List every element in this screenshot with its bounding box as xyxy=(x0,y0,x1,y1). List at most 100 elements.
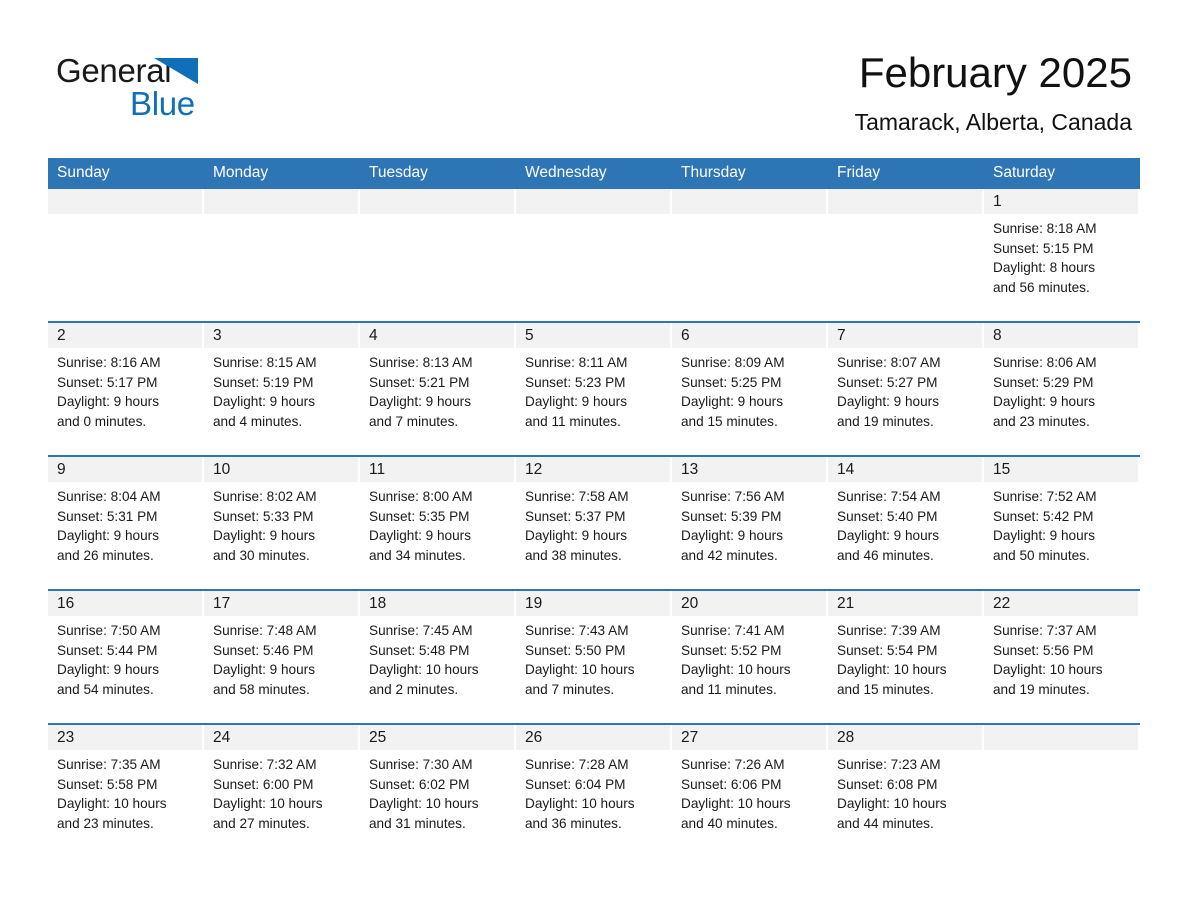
day-cell[interactable]: 17 Sunrise: 7:48 AM Sunset: 5:46 PM Dayl… xyxy=(204,591,360,723)
daylight-text-line2: and 27 minutes. xyxy=(213,815,310,831)
day-cell[interactable]: 11 Sunrise: 8:00 AM Sunset: 5:35 PM Dayl… xyxy=(360,457,516,589)
day-cell[interactable] xyxy=(516,189,672,321)
day-number-band: 17 xyxy=(204,591,358,616)
daylight-text-line2: and 30 minutes. xyxy=(213,547,310,563)
day-number: 10 xyxy=(213,461,231,478)
day-cell[interactable]: 13 Sunrise: 7:56 AM Sunset: 5:39 PM Dayl… xyxy=(672,457,828,589)
day-cell[interactable]: 23 Sunrise: 7:35 AM Sunset: 5:58 PM Dayl… xyxy=(48,725,204,857)
day-cell[interactable] xyxy=(672,189,828,321)
daylight-text-line2: and 11 minutes. xyxy=(525,413,621,429)
day-cell[interactable]: 8 Sunrise: 8:06 AM Sunset: 5:29 PM Dayli… xyxy=(984,323,1140,455)
day-cell[interactable]: 6 Sunrise: 8:09 AM Sunset: 5:25 PM Dayli… xyxy=(672,323,828,455)
day-number-band: 2 xyxy=(48,323,202,348)
day-info: Sunrise: 7:56 AM Sunset: 5:39 PM Dayligh… xyxy=(672,482,828,565)
daylight-text-line1: Daylight: 9 hours xyxy=(57,662,160,677)
day-cell[interactable]: 4 Sunrise: 8:13 AM Sunset: 5:21 PM Dayli… xyxy=(360,323,516,455)
day-info: Sunrise: 7:41 AM Sunset: 5:52 PM Dayligh… xyxy=(672,616,828,699)
day-info xyxy=(516,214,672,219)
day-number: 20 xyxy=(681,595,699,612)
day-cell[interactable]: 1 Sunrise: 8:18 AM Sunset: 5:15 PM Dayli… xyxy=(984,189,1140,321)
day-info: Sunrise: 7:30 AM Sunset: 6:02 PM Dayligh… xyxy=(360,750,516,833)
calendar-grid: Sunday Monday Tuesday Wednesday Thursday… xyxy=(48,158,1140,857)
daylight-text-line1: Daylight: 10 hours xyxy=(57,796,167,811)
sunrise-text: Sunrise: 8:07 AM xyxy=(837,355,941,370)
day-cell[interactable]: 14 Sunrise: 7:54 AM Sunset: 5:40 PM Dayl… xyxy=(828,457,984,589)
day-cell[interactable] xyxy=(360,189,516,321)
day-cell[interactable]: 19 Sunrise: 7:43 AM Sunset: 5:50 PM Dayl… xyxy=(516,591,672,723)
sunrise-text: Sunrise: 8:09 AM xyxy=(681,355,785,370)
sunrise-text: Sunrise: 8:06 AM xyxy=(993,355,1097,370)
day-number-band: 16 xyxy=(48,591,202,616)
sunset-text: Sunset: 6:00 PM xyxy=(213,776,314,792)
day-number-band: 15 xyxy=(984,457,1138,482)
daylight-text-line1: Daylight: 9 hours xyxy=(213,394,316,409)
sunset-text: Sunset: 5:31 PM xyxy=(57,508,158,524)
location-subtitle: Tamarack, Alberta, Canada xyxy=(854,109,1132,135)
daylight-text-line1: Daylight: 10 hours xyxy=(525,796,635,811)
sunset-text: Sunset: 5:40 PM xyxy=(837,508,938,524)
daylight-text-line1: Daylight: 10 hours xyxy=(837,662,947,677)
day-number: 8 xyxy=(993,327,1002,344)
day-number: 25 xyxy=(369,729,387,746)
day-number-band: 20 xyxy=(672,591,826,616)
daylight-text-line1: Daylight: 9 hours xyxy=(57,394,160,409)
week-row: 1 Sunrise: 8:18 AM Sunset: 5:15 PM Dayli… xyxy=(48,187,1140,321)
sunset-text: Sunset: 5:17 PM xyxy=(57,374,158,390)
day-number-band: 21 xyxy=(828,591,982,616)
day-info: Sunrise: 7:32 AM Sunset: 6:00 PM Dayligh… xyxy=(204,750,360,833)
day-cell[interactable] xyxy=(984,725,1140,857)
day-info: Sunrise: 8:06 AM Sunset: 5:29 PM Dayligh… xyxy=(984,348,1140,431)
sunrise-text: Sunrise: 7:35 AM xyxy=(57,757,161,772)
daylight-text-line2: and 23 minutes. xyxy=(993,413,1090,429)
weekday-header-row: Sunday Monday Tuesday Wednesday Thursday… xyxy=(48,158,1140,187)
sunrise-text: Sunrise: 8:15 AM xyxy=(213,355,317,370)
day-cell[interactable]: 28 Sunrise: 7:23 AM Sunset: 6:08 PM Dayl… xyxy=(828,725,984,857)
sunset-text: Sunset: 5:33 PM xyxy=(213,508,314,524)
day-info: Sunrise: 7:52 AM Sunset: 5:42 PM Dayligh… xyxy=(984,482,1140,565)
calendar-page: General Blue February 2025 Tamarack, Alb… xyxy=(0,0,1188,918)
day-cell[interactable]: 25 Sunrise: 7:30 AM Sunset: 6:02 PM Dayl… xyxy=(360,725,516,857)
day-cell[interactable]: 16 Sunrise: 7:50 AM Sunset: 5:44 PM Dayl… xyxy=(48,591,204,723)
weekday-header-thursday: Thursday xyxy=(681,164,746,181)
day-cell[interactable]: 20 Sunrise: 7:41 AM Sunset: 5:52 PM Dayl… xyxy=(672,591,828,723)
day-cell[interactable]: 18 Sunrise: 7:45 AM Sunset: 5:48 PM Dayl… xyxy=(360,591,516,723)
daylight-text-line1: Daylight: 10 hours xyxy=(837,796,947,811)
day-cell[interactable]: 10 Sunrise: 8:02 AM Sunset: 5:33 PM Dayl… xyxy=(204,457,360,589)
day-cell[interactable]: 27 Sunrise: 7:26 AM Sunset: 6:06 PM Dayl… xyxy=(672,725,828,857)
day-info: Sunrise: 7:43 AM Sunset: 5:50 PM Dayligh… xyxy=(516,616,672,699)
day-cell[interactable]: 24 Sunrise: 7:32 AM Sunset: 6:00 PM Dayl… xyxy=(204,725,360,857)
day-cell[interactable]: 21 Sunrise: 7:39 AM Sunset: 5:54 PM Dayl… xyxy=(828,591,984,723)
daylight-text-line1: Daylight: 10 hours xyxy=(369,796,479,811)
day-cell[interactable]: 5 Sunrise: 8:11 AM Sunset: 5:23 PM Dayli… xyxy=(516,323,672,455)
day-cell[interactable]: 15 Sunrise: 7:52 AM Sunset: 5:42 PM Dayl… xyxy=(984,457,1140,589)
daylight-text-line1: Daylight: 9 hours xyxy=(681,528,784,543)
day-cell[interactable]: 22 Sunrise: 7:37 AM Sunset: 5:56 PM Dayl… xyxy=(984,591,1140,723)
day-cell[interactable]: 3 Sunrise: 8:15 AM Sunset: 5:19 PM Dayli… xyxy=(204,323,360,455)
day-cell[interactable]: 12 Sunrise: 7:58 AM Sunset: 5:37 PM Dayl… xyxy=(516,457,672,589)
daylight-text-line2: and 0 minutes. xyxy=(57,413,147,429)
day-number-band: 23 xyxy=(48,725,202,750)
day-cell[interactable]: 2 Sunrise: 8:16 AM Sunset: 5:17 PM Dayli… xyxy=(48,323,204,455)
day-info: Sunrise: 8:07 AM Sunset: 5:27 PM Dayligh… xyxy=(828,348,984,431)
day-cell[interactable] xyxy=(48,189,204,321)
sunrise-text: Sunrise: 7:45 AM xyxy=(369,623,473,638)
sunset-text: Sunset: 6:04 PM xyxy=(525,776,626,792)
day-info: Sunrise: 7:50 AM Sunset: 5:44 PM Dayligh… xyxy=(48,616,204,699)
day-cell[interactable]: 7 Sunrise: 8:07 AM Sunset: 5:27 PM Dayli… xyxy=(828,323,984,455)
week-row: 23 Sunrise: 7:35 AM Sunset: 5:58 PM Dayl… xyxy=(48,723,1140,857)
weekday-header-monday: Monday xyxy=(213,164,269,181)
day-number: 22 xyxy=(993,595,1011,612)
sunrise-text: Sunrise: 8:18 AM xyxy=(993,221,1097,236)
day-number-band: 19 xyxy=(516,591,670,616)
day-cell[interactable] xyxy=(204,189,360,321)
day-cell[interactable] xyxy=(828,189,984,321)
day-info xyxy=(828,214,984,219)
day-number: 5 xyxy=(525,327,534,344)
day-number-band xyxy=(984,725,1138,750)
day-cell[interactable]: 9 Sunrise: 8:04 AM Sunset: 5:31 PM Dayli… xyxy=(48,457,204,589)
sunset-text: Sunset: 5:27 PM xyxy=(837,374,938,390)
day-cell[interactable]: 26 Sunrise: 7:28 AM Sunset: 6:04 PM Dayl… xyxy=(516,725,672,857)
daylight-text-line2: and 23 minutes. xyxy=(57,815,154,831)
day-info: Sunrise: 8:11 AM Sunset: 5:23 PM Dayligh… xyxy=(516,348,672,431)
sunrise-text: Sunrise: 8:11 AM xyxy=(525,355,628,370)
